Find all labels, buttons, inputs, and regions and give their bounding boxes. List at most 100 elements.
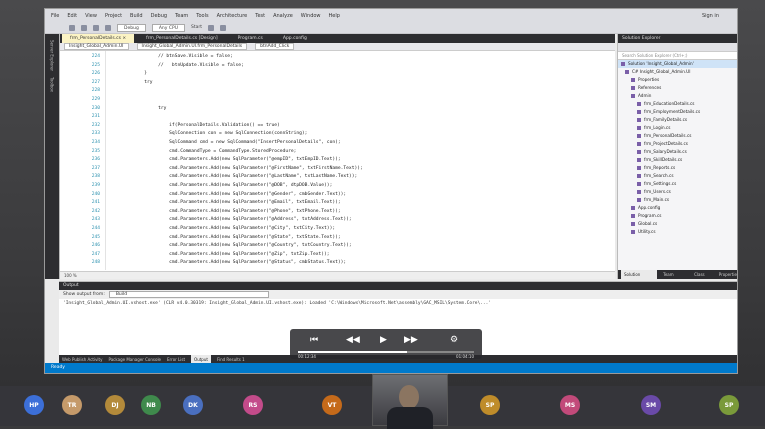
solution-tree-item[interactable]: frm_Settings.cs: [618, 180, 737, 188]
menu-item-view[interactable]: View: [85, 13, 97, 19]
solution-tree-label: Program.cs: [638, 213, 662, 218]
line-number: 227: [91, 79, 100, 85]
menu-item-team[interactable]: Team: [175, 13, 188, 19]
solution-search-input[interactable]: Search Solution Explorer (Ctrl+;): [618, 52, 737, 60]
solution-tree-item[interactable]: frm_Search.cs: [618, 172, 737, 180]
menu-item-file[interactable]: File: [51, 13, 59, 19]
solution-tree-label: frm_EducationDetails.cs: [644, 101, 695, 106]
member-dropdown[interactable]: btnAdd_Click: [255, 43, 295, 50]
solution-panel-tab[interactable]: Solution Explorer: [621, 270, 658, 286]
code-text: cmd.Parameters.Add(new SqlParameter("@Em…: [111, 200, 341, 206]
solution-tree-item[interactable]: App.config: [618, 204, 737, 212]
project-dropdown[interactable]: Insight_Global_Admin.UI: [64, 43, 129, 50]
participant-avatar[interactable]: VT: [322, 395, 342, 415]
solution-tree-item[interactable]: frm_SkillDetails.cs: [618, 156, 737, 164]
participant-avatar[interactable]: SP: [719, 395, 739, 415]
undo-icon[interactable]: [105, 24, 111, 31]
solution-tree-item[interactable]: frm_Reports.cs: [618, 164, 737, 172]
participant-avatar[interactable]: TR: [62, 395, 82, 415]
toolbox-tab[interactable]: Toolbox: [50, 77, 55, 92]
menu-item-help[interactable]: Help: [329, 13, 340, 19]
zoom-level[interactable]: 100 %: [60, 271, 615, 279]
solution-tree-item[interactable]: Program.cs: [618, 212, 737, 220]
comment-icon[interactable]: [220, 24, 226, 31]
solution-tree-item[interactable]: Utility.cs: [618, 228, 737, 236]
solution-tree-item[interactable]: C# Insight_Global_Admin.UI: [618, 68, 737, 76]
skip-back-icon[interactable]: ◀◀: [346, 335, 360, 345]
participant-avatar[interactable]: DK: [183, 395, 203, 415]
platform-select[interactable]: Any CPU: [151, 23, 185, 32]
line-number: 242: [91, 208, 100, 214]
code-text: cmd.CommandType = CommandType.StoredProc…: [111, 148, 297, 154]
participant-avatar[interactable]: RS: [243, 395, 263, 415]
code-line: 233 SqlConnection con = new SqlConnectio…: [60, 130, 615, 137]
editor-tab[interactable]: frm_PersonalDetails.cs ×: [62, 34, 135, 43]
solution-tree-item[interactable]: Solution 'Insight_Global_Admin': [618, 60, 737, 68]
code-line: 234 SqlCommand cmd = new SqlCommand("Ins…: [60, 139, 615, 146]
line-number: 234: [91, 140, 100, 145]
save-icon[interactable]: [93, 24, 99, 31]
forward-icon[interactable]: [81, 24, 87, 31]
config-select[interactable]: Debug: [117, 23, 146, 32]
solution-tree-label: frm_SkillDetails.cs: [644, 157, 683, 162]
solution-tree: Solution 'Insight_Global_Admin' C# Insigh…: [618, 60, 737, 236]
solution-panel-tab[interactable]: Team Explorer: [663, 270, 688, 286]
line-number: 229: [91, 97, 100, 102]
code-area[interactable]: 224 // btnSave.Visible = false; 225 // bt…: [60, 51, 615, 270]
server-explorer-tab[interactable]: Server Explorer: [50, 40, 55, 71]
menu-item-build[interactable]: Build: [130, 13, 143, 19]
solution-tree-item[interactable]: frm_FamilyDetails.cs: [618, 116, 737, 124]
rewind-icon[interactable]: ⏮: [310, 335, 318, 345]
seek-bar[interactable]: [298, 351, 474, 353]
menu-item-analyze[interactable]: Analyze: [273, 13, 293, 19]
skip-forward-icon[interactable]: ▶▶: [404, 335, 418, 345]
solution-tree-item[interactable]: frm_Users.cs: [618, 188, 737, 196]
elapsed-time: 00:12:34: [298, 354, 316, 359]
solution-tree-item[interactable]: frm_ProjectDetails.cs: [618, 140, 737, 148]
solution-tree-item[interactable]: References: [618, 84, 737, 92]
solution-tree-item[interactable]: frm_PersonalDetails.cs: [618, 132, 737, 140]
solution-tree-item[interactable]: Admin: [618, 92, 737, 100]
solution-tree-label: frm_Reports.cs: [644, 165, 676, 170]
participant-avatar[interactable]: HP: [24, 395, 44, 415]
solution-tree-item[interactable]: frm_Login.cs: [618, 124, 737, 132]
show-output-select[interactable]: Build: [108, 291, 269, 298]
editor-tab[interactable]: frm_PersonalDetails.cs [Design]: [138, 34, 225, 43]
participant-avatar[interactable]: DJ: [105, 395, 125, 415]
solution-toolbar[interactable]: [618, 43, 737, 52]
code-text: cmd.Parameters.Add(new SqlParameter("@Ph…: [111, 208, 341, 214]
menu-item-window[interactable]: Window: [301, 13, 321, 19]
participant-avatar[interactable]: SM: [641, 395, 661, 415]
menu-item-edit[interactable]: Edit: [67, 13, 77, 19]
solution-tree-item[interactable]: frm_Main.cs: [618, 196, 737, 204]
settings-icon[interactable]: ⚙: [450, 335, 458, 345]
file-icon: [637, 118, 641, 122]
solution-tree-item[interactable]: frm_EducationDetails.cs: [618, 100, 737, 108]
menu-item-debug[interactable]: Debug: [151, 13, 167, 19]
solution-panel-tab[interactable]: Properties: [719, 270, 737, 279]
bookmark-icon[interactable]: [208, 24, 214, 31]
menu-item-project[interactable]: Project: [105, 13, 122, 19]
solution-tree-item[interactable]: Properties: [618, 76, 737, 84]
editor-tab[interactable]: App.config: [275, 34, 315, 43]
menu-item-tools[interactable]: Tools: [196, 13, 208, 19]
total-time: 01:04:10: [456, 354, 474, 359]
solution-panel-tab[interactable]: Class View: [694, 270, 713, 286]
sign-in-link[interactable]: Sign in: [702, 13, 719, 19]
solution-tree-item[interactable]: frm_EmploymentDetails.cs: [618, 108, 737, 116]
solution-tree-item[interactable]: Global.cs: [618, 220, 737, 228]
participant-avatar[interactable]: SP: [480, 395, 500, 415]
class-dropdown[interactable]: Insight_Global_Admin.UI.frm_PersonalDeta…: [136, 43, 248, 50]
editor-tab[interactable]: Program.cs: [230, 34, 271, 43]
code-text: cmd.Parameters.Add(new SqlParameter("@Fi…: [111, 165, 363, 171]
participant-avatar[interactable]: MS: [560, 395, 580, 415]
back-icon[interactable]: [69, 24, 75, 31]
solution-tree-item[interactable]: frm_SalaryDetails.cs: [618, 148, 737, 156]
start-button[interactable]: Start: [191, 25, 202, 30]
menu-item-test[interactable]: Test: [255, 13, 265, 19]
participant-avatar[interactable]: NB: [141, 395, 161, 415]
menu-item-architecture[interactable]: Architecture: [217, 13, 248, 19]
play-icon[interactable]: ▶: [380, 335, 387, 345]
code-line: 237 cmd.Parameters.Add(new SqlParameter(…: [60, 165, 615, 172]
code-line: 245 cmd.Parameters.Add(new SqlParameter(…: [60, 234, 615, 241]
